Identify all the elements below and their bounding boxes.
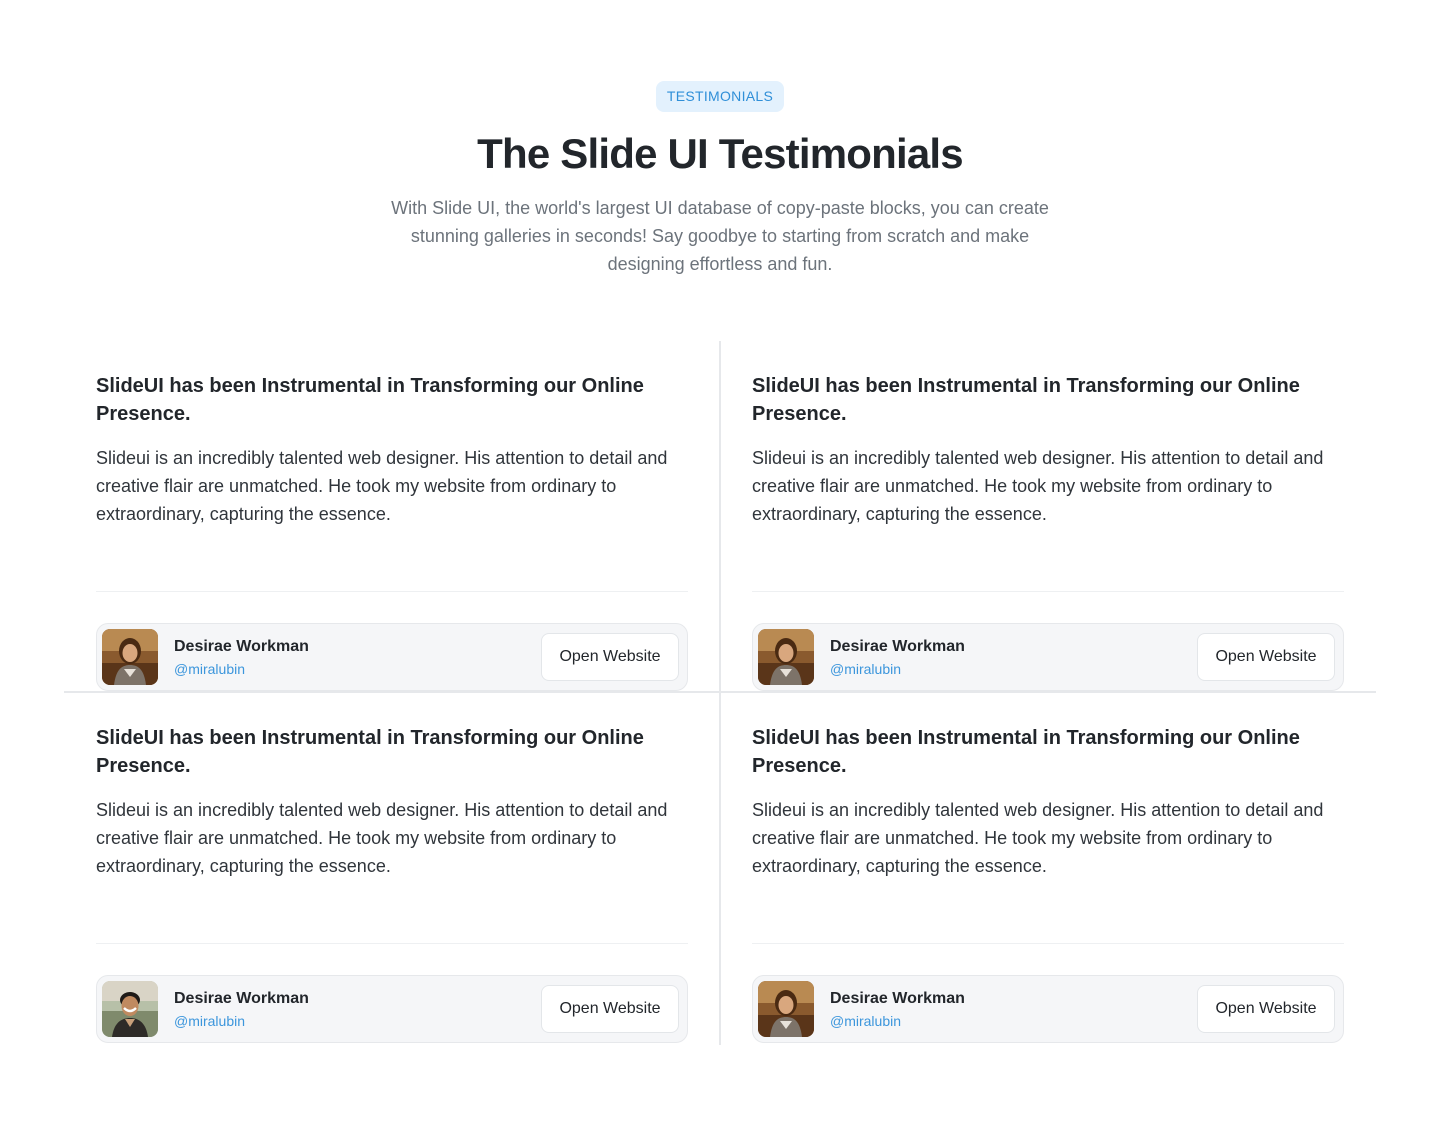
man-portrait-icon (102, 981, 158, 1037)
woman-portrait-icon (758, 981, 814, 1037)
author-name: Desirae Workman (830, 990, 965, 1007)
card-divider (96, 943, 688, 944)
author-name: Desirae Workman (830, 638, 965, 655)
avatar (102, 981, 158, 1037)
author-profile: Desirae Workman @miralubin Open Website (752, 623, 1344, 691)
author-name: Desirae Workman (174, 990, 309, 1007)
section-badge: TESTIMONIALS (656, 81, 784, 112)
author-handle[interactable]: @miralubin (174, 660, 245, 678)
avatar (102, 629, 158, 685)
testimonial-body: Slideui is an incredibly talented web de… (752, 800, 1324, 876)
woman-portrait-icon (758, 629, 814, 685)
open-website-button[interactable]: Open Website (1197, 985, 1335, 1033)
card-divider (752, 591, 1344, 592)
author-profile: Desirae Workman @miralubin Open Website (752, 975, 1344, 1043)
open-website-button[interactable]: Open Website (541, 633, 679, 681)
page-title: The Slide UI Testimonials (477, 130, 963, 177)
avatar (758, 981, 814, 1037)
card-divider (96, 591, 688, 592)
author-handle[interactable]: @miralubin (830, 1012, 901, 1030)
grid-vertical-divider (719, 341, 721, 1045)
author-handle[interactable]: @miralubin (174, 1012, 245, 1030)
grid-horizontal-divider (64, 691, 1376, 693)
testimonial-title: SlideUI has been Instrumental in Transfo… (752, 727, 1300, 777)
card-divider (752, 943, 1344, 944)
testimonial-body: Slideui is an incredibly talented web de… (96, 800, 668, 876)
author-profile: Desirae Workman @miralubin Open Website (96, 623, 688, 691)
woman-portrait-icon (102, 629, 158, 685)
page-subtitle: With Slide UI, the world's largest UI da… (391, 198, 1049, 274)
testimonial-title: SlideUI has been Instrumental in Transfo… (752, 375, 1300, 425)
open-website-button[interactable]: Open Website (541, 985, 679, 1033)
testimonial-card: SlideUI has been Instrumental in Transfo… (96, 724, 688, 1043)
author-handle[interactable]: @miralubin (830, 660, 901, 678)
testimonial-title: SlideUI has been Instrumental in Transfo… (96, 727, 644, 777)
testimonial-body: Slideui is an incredibly talented web de… (752, 448, 1324, 524)
testimonial-card: SlideUI has been Instrumental in Transfo… (752, 724, 1344, 1043)
testimonial-title: SlideUI has been Instrumental in Transfo… (96, 375, 644, 425)
testimonial-card: SlideUI has been Instrumental in Transfo… (96, 372, 688, 691)
author-profile: Desirae Workman @miralubin Open Website (96, 975, 688, 1043)
testimonial-body: Slideui is an incredibly talented web de… (96, 448, 668, 524)
testimonial-card: SlideUI has been Instrumental in Transfo… (752, 372, 1344, 691)
avatar (758, 629, 814, 685)
author-name: Desirae Workman (174, 638, 309, 655)
open-website-button[interactable]: Open Website (1197, 633, 1335, 681)
